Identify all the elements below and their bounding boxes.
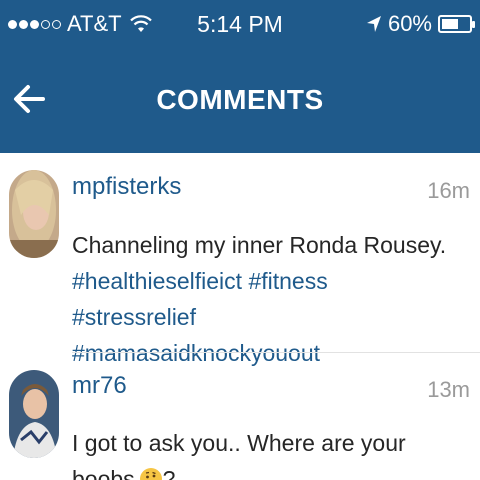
comment-username[interactable]: mpfisterks (72, 173, 181, 201)
thinking-face-icon (139, 468, 162, 480)
avatar[interactable] (9, 170, 59, 258)
page-title: COMMENTS (156, 84, 324, 115)
comment-body: I got to ask you.. Where are your boobs (72, 430, 406, 480)
comment-text: I got to ask you.. Where are your boobs … (72, 425, 450, 480)
location-arrow-icon (366, 16, 381, 32)
comment-body: Channeling my inner Ronda Rousey. (72, 232, 447, 258)
comment-text: Channeling my inner Ronda Rousey. #healt… (72, 227, 450, 371)
battery-level (442, 19, 458, 29)
battery-percent: 60% (387, 11, 432, 36)
battery-icon (438, 15, 475, 33)
comment-timestamp: 16m (427, 178, 470, 203)
comment-username[interactable]: mr76 (72, 372, 127, 400)
status-right: 60% (366, 11, 475, 37)
hashtag-line[interactable]: #healthieselfieict #fitness #stressrelie… (72, 263, 450, 335)
comment-item: mpfisterks 16m Channeling my inner Ronda… (0, 153, 480, 366)
comment-suffix: ? (162, 466, 176, 480)
status-bar: AT&T 5:14 PM 60% (0, 0, 480, 48)
avatar[interactable] (9, 370, 59, 458)
comment-item: mr76 13m I got to ask you.. Where are yo… (0, 353, 480, 480)
app-header: AT&T 5:14 PM 60% COMMENTS (0, 0, 480, 153)
comment-timestamp: 13m (427, 377, 470, 402)
